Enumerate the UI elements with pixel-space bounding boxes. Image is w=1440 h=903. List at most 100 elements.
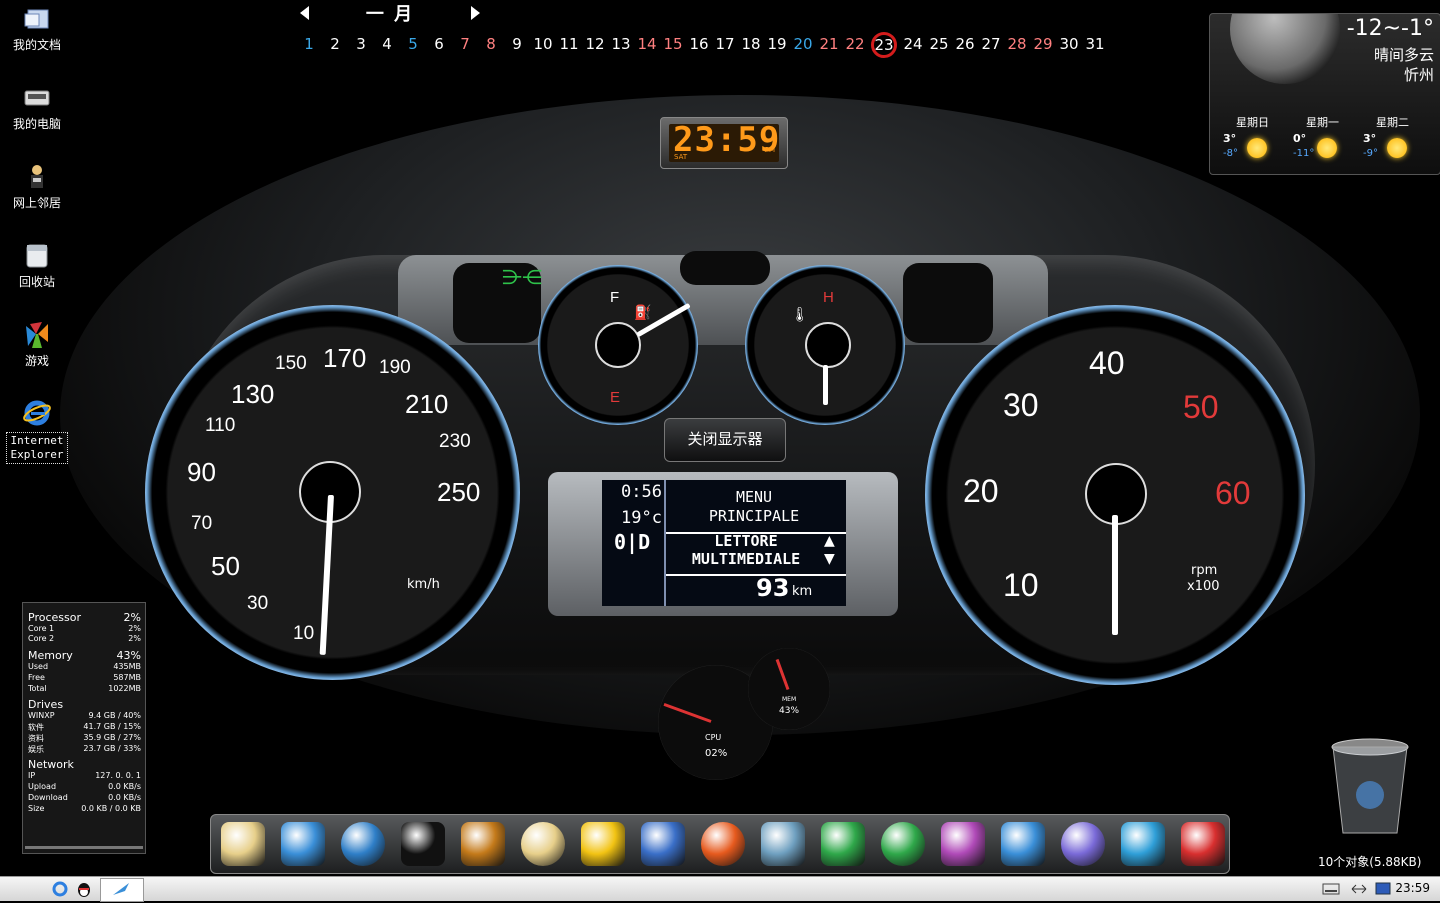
calendar-day[interactable]: 16 (686, 32, 712, 56)
weather-widget[interactable]: -12~-1° 晴间多云 忻州 星期日 3° -8° 星期一 0° -11° 星… (1209, 13, 1440, 175)
fuel-gauge: F E ⛽ (538, 265, 698, 425)
forecast-day: 星期日 3° -8° (1223, 116, 1269, 159)
calendar-day[interactable]: 24 (900, 32, 926, 56)
forecast-day: 星期一 0° -11° (1293, 116, 1339, 159)
calendar-day[interactable]: 4 (374, 32, 400, 56)
calendar-day[interactable]: 22 (842, 32, 868, 56)
desktop-icon-recycle-bin[interactable]: 回收站 (6, 241, 68, 289)
weather-city: 忻州 (1403, 66, 1434, 84)
dock-item-cow[interactable] (935, 816, 991, 872)
dock-item-antenna[interactable] (1175, 816, 1231, 872)
dock-item-plus-shield[interactable] (875, 816, 931, 872)
ie-quicklaunch-icon[interactable] (50, 879, 70, 899)
headphones-icon (461, 822, 505, 866)
cow-icon (941, 822, 985, 866)
mem-meter[interactable]: MEM 43% (748, 648, 830, 730)
calendar-day-today[interactable]: 23 (871, 32, 897, 58)
dock-item-feather[interactable] (1115, 816, 1171, 872)
calendar-day[interactable]: 15 (660, 32, 686, 56)
clock-time: 23:59 (673, 120, 781, 160)
calendar-day[interactable]: 26 (952, 32, 978, 56)
sun-icon (1387, 138, 1407, 158)
calendar-month: 一 月 (365, 4, 415, 25)
calendar-day[interactable]: 21 (816, 32, 842, 56)
weather-range: -12~-1° (1346, 16, 1434, 41)
calendar-header: 一 月 (300, 0, 480, 26)
close-display-button[interactable]: 关闭显示器 (664, 418, 786, 462)
network-icon (22, 162, 52, 192)
prev-month-button[interactable] (300, 6, 309, 20)
calendar-day[interactable]: 9 (504, 32, 530, 56)
next-month-button[interactable] (471, 6, 480, 20)
calendar-day[interactable]: 29 (1030, 32, 1056, 56)
clock-day: SAT (674, 153, 688, 161)
digital-clock: 23:59 PM SAT (660, 117, 788, 169)
computer-icon (22, 83, 52, 113)
recycle-bin-label: 10个对象(5.88KB) (1318, 855, 1422, 869)
dock-item-monitor[interactable] (275, 816, 331, 872)
calendar-day[interactable]: 14 (634, 32, 660, 56)
calendar-day[interactable]: 3 (348, 32, 374, 56)
shield-icon (821, 822, 865, 866)
calendar-day[interactable]: 10 (530, 32, 556, 56)
calendar-day[interactable]: 7 (452, 32, 478, 56)
taskbar-active-window[interactable] (100, 878, 144, 902)
lcd-distance-unit: km (792, 584, 813, 599)
dock-item-dolphin[interactable] (1055, 816, 1111, 872)
plus-shield-icon (881, 822, 925, 866)
network-tray-icon[interactable] (1350, 881, 1368, 897)
calendar-day[interactable]: 27 (978, 32, 1004, 56)
dock-item-doctor[interactable] (755, 816, 811, 872)
dock-item-app[interactable] (695, 816, 751, 872)
lcd-menu-line2: PRINCIPALE (708, 507, 800, 525)
scroll-arrows-icon: ▲ ▼ (824, 533, 835, 567)
calendar-day[interactable]: 12 (582, 32, 608, 56)
desktop-icon-games[interactable]: 游戏 (6, 320, 68, 368)
desktop-icon-documents[interactable]: 我的文档 (6, 4, 68, 52)
apple-menu-icon[interactable] (18, 879, 38, 899)
calendar-day[interactable]: 8 (478, 32, 504, 56)
calendar-day[interactable]: 18 (738, 32, 764, 56)
lcd-display: 0:56 19°c 0|D MENU PRINCIPALE LETTORE MU… (602, 480, 846, 606)
dock-item-globe[interactable] (335, 816, 391, 872)
calendar-day[interactable]: 6 (426, 32, 452, 56)
dock-item-bird[interactable] (995, 816, 1051, 872)
calendar-day[interactable]: 2 (322, 32, 348, 56)
high-beam-icon: ⋺⋲ (502, 265, 542, 289)
calendar-day[interactable]: 28 (1004, 32, 1030, 56)
dock-item-video[interactable] (635, 816, 691, 872)
bird-icon (1001, 822, 1045, 866)
desktop-icon-network[interactable]: 网上邻居 (6, 162, 68, 210)
recycle-bin-widget[interactable] (1325, 735, 1415, 845)
dock-item-folder-open[interactable] (515, 816, 571, 872)
calendar-day[interactable]: 30 (1056, 32, 1082, 56)
doctor-icon (761, 822, 805, 866)
recycle-bin-icon (22, 241, 52, 271)
calendar-day[interactable]: 20 (790, 32, 816, 56)
calendar-day[interactable]: 17 (712, 32, 738, 56)
folder-icon (221, 822, 265, 866)
desktop-icon-ie[interactable]: Internet Explorer (6, 398, 68, 464)
dock-item-shield[interactable] (815, 816, 871, 872)
sun-icon (1317, 138, 1337, 158)
calendar-day[interactable]: 5 (400, 32, 426, 56)
cpu-value: 02% (705, 748, 728, 759)
app-icon (701, 822, 745, 866)
dock-item-headphones[interactable] (455, 816, 511, 872)
display-tray-icon[interactable] (1374, 881, 1392, 897)
keyboard-icon[interactable] (1322, 881, 1340, 897)
calendar-day[interactable]: 13 (608, 32, 634, 56)
calendar-day[interactable]: 19 (764, 32, 790, 56)
calendar-days: 1 2 3 4 5 6 7 8 9 10 11 12 13 14 15 16 17 18 19 20 21 22 23 24 2… (296, 32, 1108, 58)
calendar-day[interactable]: 1 (296, 32, 322, 56)
dock-item-folder[interactable] (215, 816, 271, 872)
qq-quicklaunch-icon[interactable] (74, 879, 94, 899)
dock-item-music[interactable] (575, 816, 631, 872)
taskbar-clock[interactable]: 23:59 (1395, 881, 1430, 895)
games-icon (22, 320, 52, 350)
desktop-icon-computer[interactable]: 我的电脑 (6, 83, 68, 131)
calendar-day[interactable]: 25 (926, 32, 952, 56)
dock-item-qq-penguin[interactable] (395, 816, 451, 872)
calendar-day[interactable]: 31 (1082, 32, 1108, 56)
calendar-day[interactable]: 11 (556, 32, 582, 56)
